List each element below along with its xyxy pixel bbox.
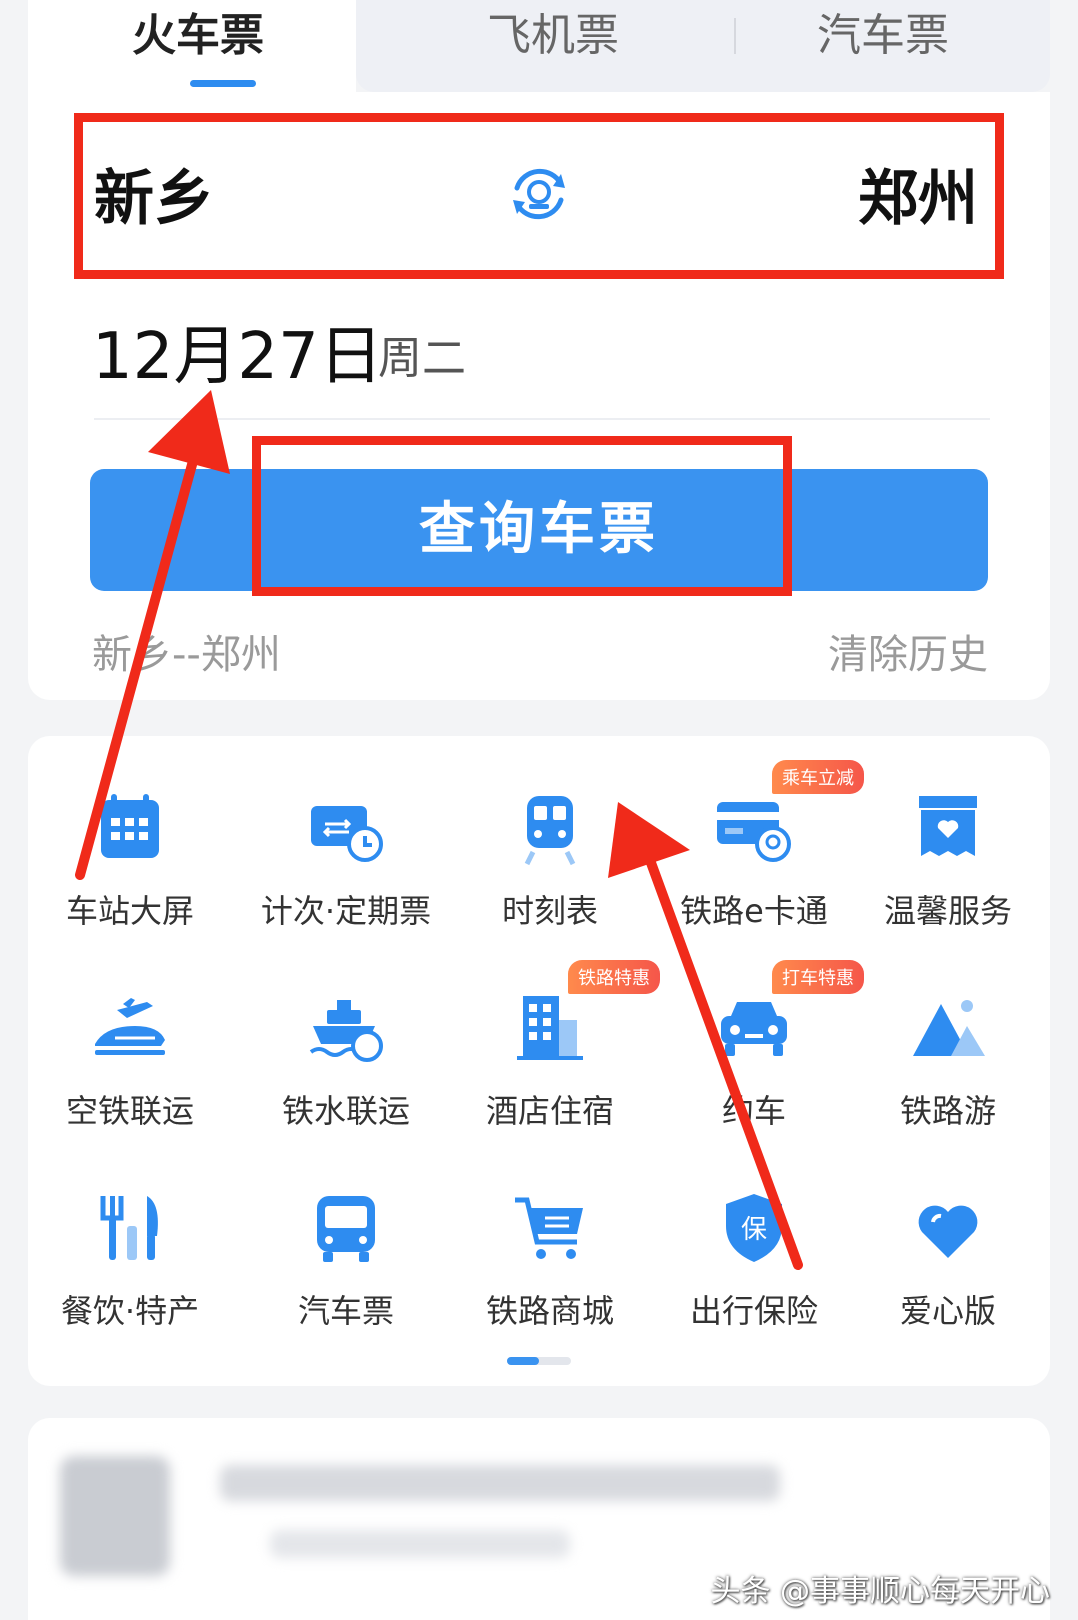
- route-highlight-box: [74, 113, 1004, 279]
- grid-label: 酒店住宿: [485, 1092, 614, 1130]
- page-indicator: [507, 1357, 571, 1365]
- grid-item-station-screen[interactable]: 车站大屏: [20, 786, 240, 932]
- tab-train-ticket[interactable]: 火车票: [28, 6, 368, 66]
- card-icon: [717, 802, 791, 862]
- watermark: 头条 @事事顺心每天开心: [710, 1574, 1050, 1609]
- grid-item-timetable[interactable]: 时刻表: [440, 786, 660, 932]
- calendar-screen-icon: [101, 794, 159, 858]
- tab-bus-ticket[interactable]: 汽车票: [718, 6, 1048, 66]
- shield-insurance-icon: 保: [726, 1194, 782, 1262]
- plane-train-icon: [95, 998, 165, 1055]
- ticket-type-tabs: 火车票 飞机票 汽车票: [28, 0, 1050, 100]
- ticket-clock-icon: [311, 806, 383, 862]
- grid-item-travel-insurance[interactable]: 保 出行保险: [644, 1186, 864, 1332]
- blurred-text: [220, 1465, 780, 1501]
- grid-label: 车站大屏: [65, 892, 194, 930]
- grid-label: 汽车票: [297, 1292, 394, 1330]
- divider: [94, 418, 990, 420]
- grid-item-rail-mall[interactable]: 铁路商城: [440, 1186, 660, 1332]
- grid-item-bus-ticket[interactable]: 汽车票: [236, 1186, 456, 1332]
- history-entry[interactable]: 新乡--郑州: [92, 622, 281, 680]
- tab-plane-ticket[interactable]: 飞机票: [388, 6, 718, 66]
- grid-item-rail-tour[interactable]: 铁路游: [838, 986, 1058, 1132]
- fork-knife-icon: [100, 1196, 158, 1260]
- grid-item-love-edition[interactable]: 爱心版: [838, 1186, 1058, 1332]
- grid-item-rail-water[interactable]: 铁水联运: [236, 986, 456, 1132]
- grid-label: 约车: [721, 1092, 786, 1130]
- bus-icon: [317, 1196, 375, 1262]
- hotel-icon: [517, 996, 583, 1060]
- grid-label: 计次·定期票: [260, 892, 432, 930]
- grid-label: 铁水联运: [281, 1092, 410, 1130]
- ship-icon: [309, 1000, 383, 1062]
- active-tab-indicator: [190, 80, 256, 87]
- grid-item-hotel[interactable]: 铁路特惠 酒店住宿: [440, 960, 660, 1132]
- clear-history-link[interactable]: 清除历史: [828, 622, 988, 680]
- grid-item-ride-hailing[interactable]: 打车特惠 约车: [644, 960, 864, 1132]
- grid-label: 铁路游: [899, 1092, 996, 1130]
- blurred-text: [270, 1530, 570, 1558]
- mountain-icon: [913, 1000, 985, 1056]
- blurred-image: [60, 1456, 170, 1576]
- svg-text:保: 保: [741, 1215, 767, 1245]
- grid-label: 爱心版: [899, 1292, 996, 1330]
- grid-label: 温馨服务: [883, 892, 1012, 930]
- grid-item-air-rail[interactable]: 空铁联运: [20, 986, 240, 1132]
- travel-date[interactable]: 12月27日: [92, 305, 383, 397]
- page-indicator-active: [507, 1357, 539, 1365]
- grid-label: 空铁联运: [65, 1092, 194, 1130]
- travel-weekday[interactable]: 周二: [378, 322, 466, 386]
- grid-label: 餐饮·特产: [60, 1292, 200, 1330]
- grid-label: 铁路商城: [485, 1292, 614, 1330]
- cart-icon: [515, 1197, 583, 1259]
- grid-label: 铁路e卡通: [680, 892, 828, 930]
- grid-item-e-card[interactable]: 乘车立减 铁路e卡通: [644, 760, 864, 932]
- grid-item-catering[interactable]: 餐饮·特产: [20, 1186, 240, 1332]
- grid-label: 出行保险: [689, 1292, 818, 1330]
- grid-label: 时刻表: [501, 892, 598, 930]
- grid-item-warm-service[interactable]: 温馨服务: [838, 786, 1058, 932]
- heart-icon: [918, 1205, 978, 1258]
- car-icon: [721, 1002, 787, 1056]
- heart-box-icon: [919, 796, 977, 856]
- grid-item-period-ticket[interactable]: 计次·定期票: [236, 786, 456, 932]
- train-timetable-icon: [524, 796, 576, 866]
- search-highlight-box: [252, 436, 792, 596]
